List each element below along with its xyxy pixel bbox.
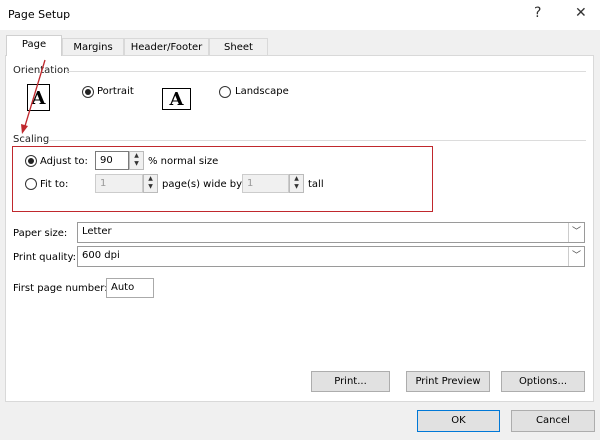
first-page-input[interactable]: Auto (106, 278, 154, 298)
fit-tall-suffix: tall (308, 179, 324, 190)
landscape-page-icon: A (162, 88, 191, 110)
print-quality-label: Print quality: (13, 252, 77, 263)
title-bar (0, 0, 600, 30)
cancel-button[interactable]: Cancel (511, 410, 595, 432)
adjust-to-label: Adjust to: (40, 156, 88, 167)
portrait-page-icon: A (27, 84, 50, 111)
tab-page[interactable]: Page (6, 35, 62, 56)
fit-to-radio[interactable] (25, 178, 37, 190)
fit-tall-spinner[interactable]: ▲ ▼ (289, 174, 304, 193)
divider (66, 71, 586, 72)
portrait-radio[interactable] (82, 86, 94, 98)
print-quality-select[interactable]: 600 dpi ﹀ (77, 246, 585, 267)
chevron-down-icon: ﹀ (568, 247, 584, 266)
print-button[interactable]: Print... (311, 371, 390, 392)
print-preview-button[interactable]: Print Preview (406, 371, 490, 392)
chevron-down-icon: ﹀ (568, 223, 584, 242)
print-quality-value: 600 dpi (82, 250, 120, 261)
fit-wide-suffix: page(s) wide by (162, 179, 243, 190)
close-button[interactable]: ✕ (575, 5, 587, 21)
scaling-label: Scaling (13, 134, 50, 145)
paper-size-label: Paper size: (13, 228, 68, 239)
portrait-label: Portrait (97, 86, 134, 97)
adjust-suffix: % normal size (148, 156, 219, 167)
help-button[interactable]: ? (534, 5, 541, 21)
ok-button[interactable]: OK (417, 410, 500, 432)
fit-wide-spinner[interactable]: ▲ ▼ (143, 174, 158, 193)
tab-sheet[interactable]: Sheet (209, 38, 268, 56)
landscape-label: Landscape (235, 86, 289, 97)
window-title: Page Setup (8, 8, 71, 21)
options-button[interactable]: Options... (501, 371, 585, 392)
first-page-label: First page number: (13, 283, 108, 294)
orientation-label: Orientation (13, 65, 70, 76)
paper-size-value: Letter (82, 226, 112, 237)
landscape-radio[interactable] (219, 86, 231, 98)
tab-header-footer[interactable]: Header/Footer (124, 38, 209, 56)
tab-margins[interactable]: Margins (62, 38, 124, 56)
adjust-to-input[interactable]: 90 (95, 151, 129, 170)
adjust-to-radio[interactable] (25, 155, 37, 167)
fit-tall-input[interactable]: 1 (242, 174, 289, 193)
paper-size-select[interactable]: Letter ﹀ (77, 222, 585, 243)
fit-to-label: Fit to: (40, 179, 69, 190)
adjust-spinner[interactable]: ▲ ▼ (129, 151, 144, 170)
fit-wide-input[interactable]: 1 (95, 174, 143, 193)
divider (48, 140, 586, 141)
